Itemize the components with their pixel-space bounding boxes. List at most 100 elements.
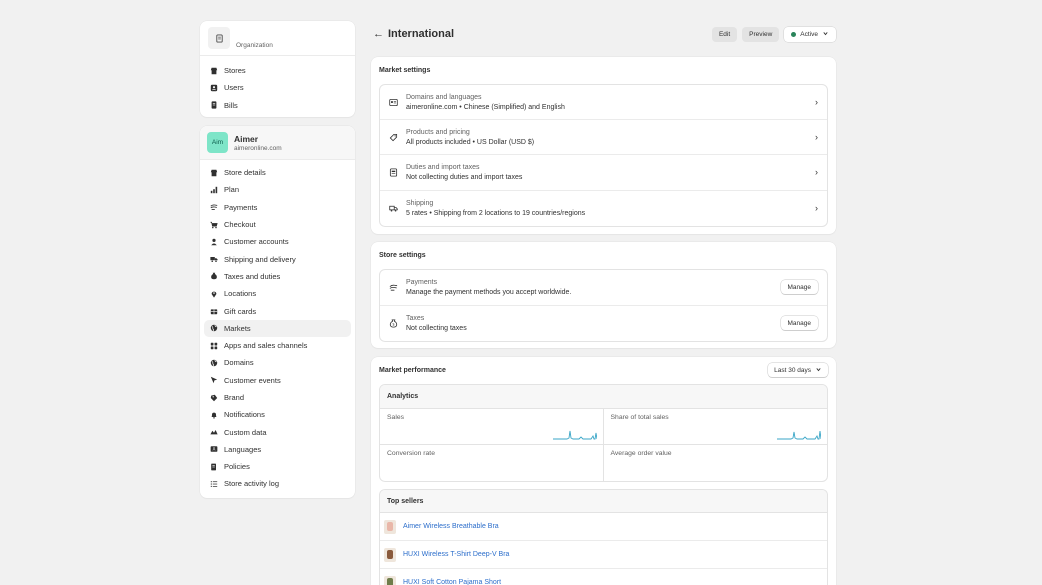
- truck-icon: [389, 204, 398, 213]
- top-sellers-list: Aimer Wireless Breathable Bra HUXI Wirele…: [380, 513, 827, 585]
- sidebar-item-label: Bills: [224, 100, 238, 110]
- sidebar-item-languages[interactable]: A Languages: [204, 441, 351, 458]
- top-seller-row: Aimer Wireless Breathable Bra: [380, 513, 827, 541]
- sidebar-item-plan[interactable]: Plan: [204, 181, 351, 198]
- sidebar-item-customer-accounts[interactable]: Customer accounts: [204, 233, 351, 250]
- sidebar-item-store-activity-log[interactable]: Store activity log: [204, 475, 351, 492]
- metric-share-of-sales[interactable]: Share of total sales: [603, 409, 827, 445]
- svg-text:$: $: [392, 322, 394, 326]
- store-avatar: Aim: [207, 132, 228, 153]
- plan-icon: [210, 186, 218, 194]
- status-dropdown[interactable]: Active: [784, 26, 836, 42]
- location-icon: [210, 290, 218, 298]
- organization-label: Organization: [236, 42, 273, 49]
- events-icon: [210, 376, 218, 384]
- sidebar-item-label: Gift cards: [224, 306, 257, 316]
- person-icon: [210, 238, 218, 246]
- product-thumbnail: [384, 547, 396, 562]
- performance-header: Market performance Last 30 days: [371, 357, 836, 383]
- store-row-taxes: $ Taxes Not collecting taxes Manage: [380, 306, 827, 342]
- market-row-duties[interactable]: Duties and import taxes Not collecting du…: [380, 155, 827, 191]
- market-performance-card: Market performance Last 30 days Analytic…: [371, 357, 836, 585]
- row-title: Domains and languages: [406, 93, 482, 101]
- sidebar-item-markets[interactable]: Markets: [204, 319, 351, 337]
- card-title: Store settings: [379, 252, 426, 259]
- market-row-domains[interactable]: Domains and languages aimeronline.com • C…: [380, 85, 827, 121]
- sidebar-item-users[interactable]: Users: [204, 79, 351, 96]
- row-subtitle: Not collecting duties and import taxes: [406, 173, 523, 181]
- date-range-dropdown[interactable]: Last 30 days: [768, 363, 828, 377]
- sidebar-item-stores[interactable]: Stores: [204, 62, 351, 79]
- analytics-panel: Analytics Sales Share of total sales Con…: [379, 384, 828, 482]
- sidebar-item-label: Taxes and duties: [224, 271, 281, 281]
- sidebar-item-label: Store details: [224, 168, 266, 178]
- payments-icon: [210, 203, 218, 211]
- row-title: Taxes: [406, 314, 425, 322]
- metric-sales[interactable]: Sales: [380, 409, 604, 445]
- truck-icon: [210, 255, 218, 263]
- sidebar-item-domains[interactable]: Domains: [204, 354, 351, 371]
- store-name: Aimer: [234, 133, 259, 144]
- duties-icon: [389, 168, 398, 177]
- sidebar-item-label: Brand: [224, 393, 245, 402]
- bill-icon: [210, 101, 218, 109]
- product-link[interactable]: Aimer Wireless Breathable Bra: [403, 523, 499, 530]
- top-seller-row: HUXI Soft Cotton Pajama Short: [380, 569, 827, 585]
- payments-icon: [389, 283, 398, 292]
- sidebar-item-locations[interactable]: Locations: [204, 285, 351, 302]
- metric-average-order-value[interactable]: Average order value: [604, 445, 828, 481]
- page-title: International: [388, 28, 455, 40]
- market-row-shipping[interactable]: Shipping 5 rates • Shipping from 2 locati…: [380, 191, 827, 226]
- date-range-label: Last 30 days: [774, 366, 811, 374]
- sidebar-item-apps-and-sales-channels[interactable]: Apps and sales channels: [204, 337, 351, 354]
- row-subtitle: 5 rates • Shipping from 2 locations to 1…: [406, 209, 586, 217]
- organization-header[interactable]: Organization: [200, 21, 355, 56]
- sidebar-item-custom-data[interactable]: Custom data: [204, 423, 351, 440]
- sidebar-item-label: Locations: [224, 289, 257, 299]
- manage-payments-button[interactable]: Manage: [780, 280, 818, 295]
- manage-taxes-button[interactable]: Manage: [780, 316, 818, 331]
- sidebar-item-label: Languages: [224, 444, 262, 454]
- product-link[interactable]: HUXI Wireless T-Shirt Deep-V Bra: [403, 551, 509, 558]
- sidebar-item-label: Customer events: [224, 375, 281, 385]
- store-header[interactable]: Aim Aimer aimeronline.com: [200, 126, 355, 160]
- sidebar-item-policies[interactable]: Policies: [204, 458, 351, 475]
- sales-sparkline: [552, 430, 597, 440]
- organization-icon: [208, 27, 230, 49]
- sidebar-item-shipping-and-delivery[interactable]: Shipping and delivery: [204, 250, 351, 267]
- sidebar-item-store-details[interactable]: Store details: [204, 164, 351, 181]
- globe-icon: [210, 324, 218, 332]
- store-settings-nav-card: Aim Aimer aimeronline.com Store details P…: [200, 126, 355, 498]
- market-row-products[interactable]: Products and pricing All products include…: [380, 120, 827, 156]
- back-arrow-icon[interactable]: ←: [373, 28, 384, 40]
- row-subtitle: All products included • US Dollar (USD $…: [406, 138, 535, 146]
- sidebar-item-label: Custom data: [224, 427, 267, 437]
- sidebar-item-checkout[interactable]: Checkout: [204, 216, 351, 233]
- store-domain: aimeronline.com: [234, 144, 282, 152]
- sidebar-item-taxes-and-duties[interactable]: Taxes and duties: [204, 268, 351, 285]
- metric-label: Sales: [387, 414, 405, 421]
- sidebar-item-notifications[interactable]: Notifications: [204, 406, 351, 423]
- gift-icon: [210, 307, 218, 315]
- sidebar-item-gift-cards[interactable]: Gift cards: [204, 302, 351, 319]
- language-icon: A: [210, 445, 218, 453]
- metric-conversion-rate[interactable]: Conversion rate: [380, 445, 604, 481]
- list-icon: [210, 480, 218, 488]
- store-settings-list: Payments Manage the payment methods you a…: [379, 269, 828, 342]
- sidebar-item-brand[interactable]: Brand: [204, 389, 351, 406]
- organization-nav: Stores Users Bills: [200, 56, 355, 114]
- preview-button[interactable]: Preview: [742, 26, 780, 42]
- apps-icon: [210, 342, 218, 350]
- sidebar-item-label: Notifications: [224, 410, 265, 420]
- tax-icon: $: [389, 319, 398, 328]
- sidebar-item-bills[interactable]: Bills: [204, 97, 351, 114]
- edit-button[interactable]: Edit: [711, 26, 738, 42]
- sidebar-item-customer-events[interactable]: Customer events: [204, 372, 351, 389]
- sidebar-item-payments[interactable]: Payments: [204, 199, 351, 216]
- product-link[interactable]: HUXI Soft Cotton Pajama Short: [403, 579, 501, 585]
- share-sparkline: [777, 430, 821, 440]
- chevron-right-icon: ›: [815, 167, 818, 178]
- chevron-right-icon: ›: [815, 203, 818, 214]
- page-header: ← International Edit Preview Active: [373, 25, 836, 43]
- header-actions: Edit Preview Active: [711, 26, 836, 42]
